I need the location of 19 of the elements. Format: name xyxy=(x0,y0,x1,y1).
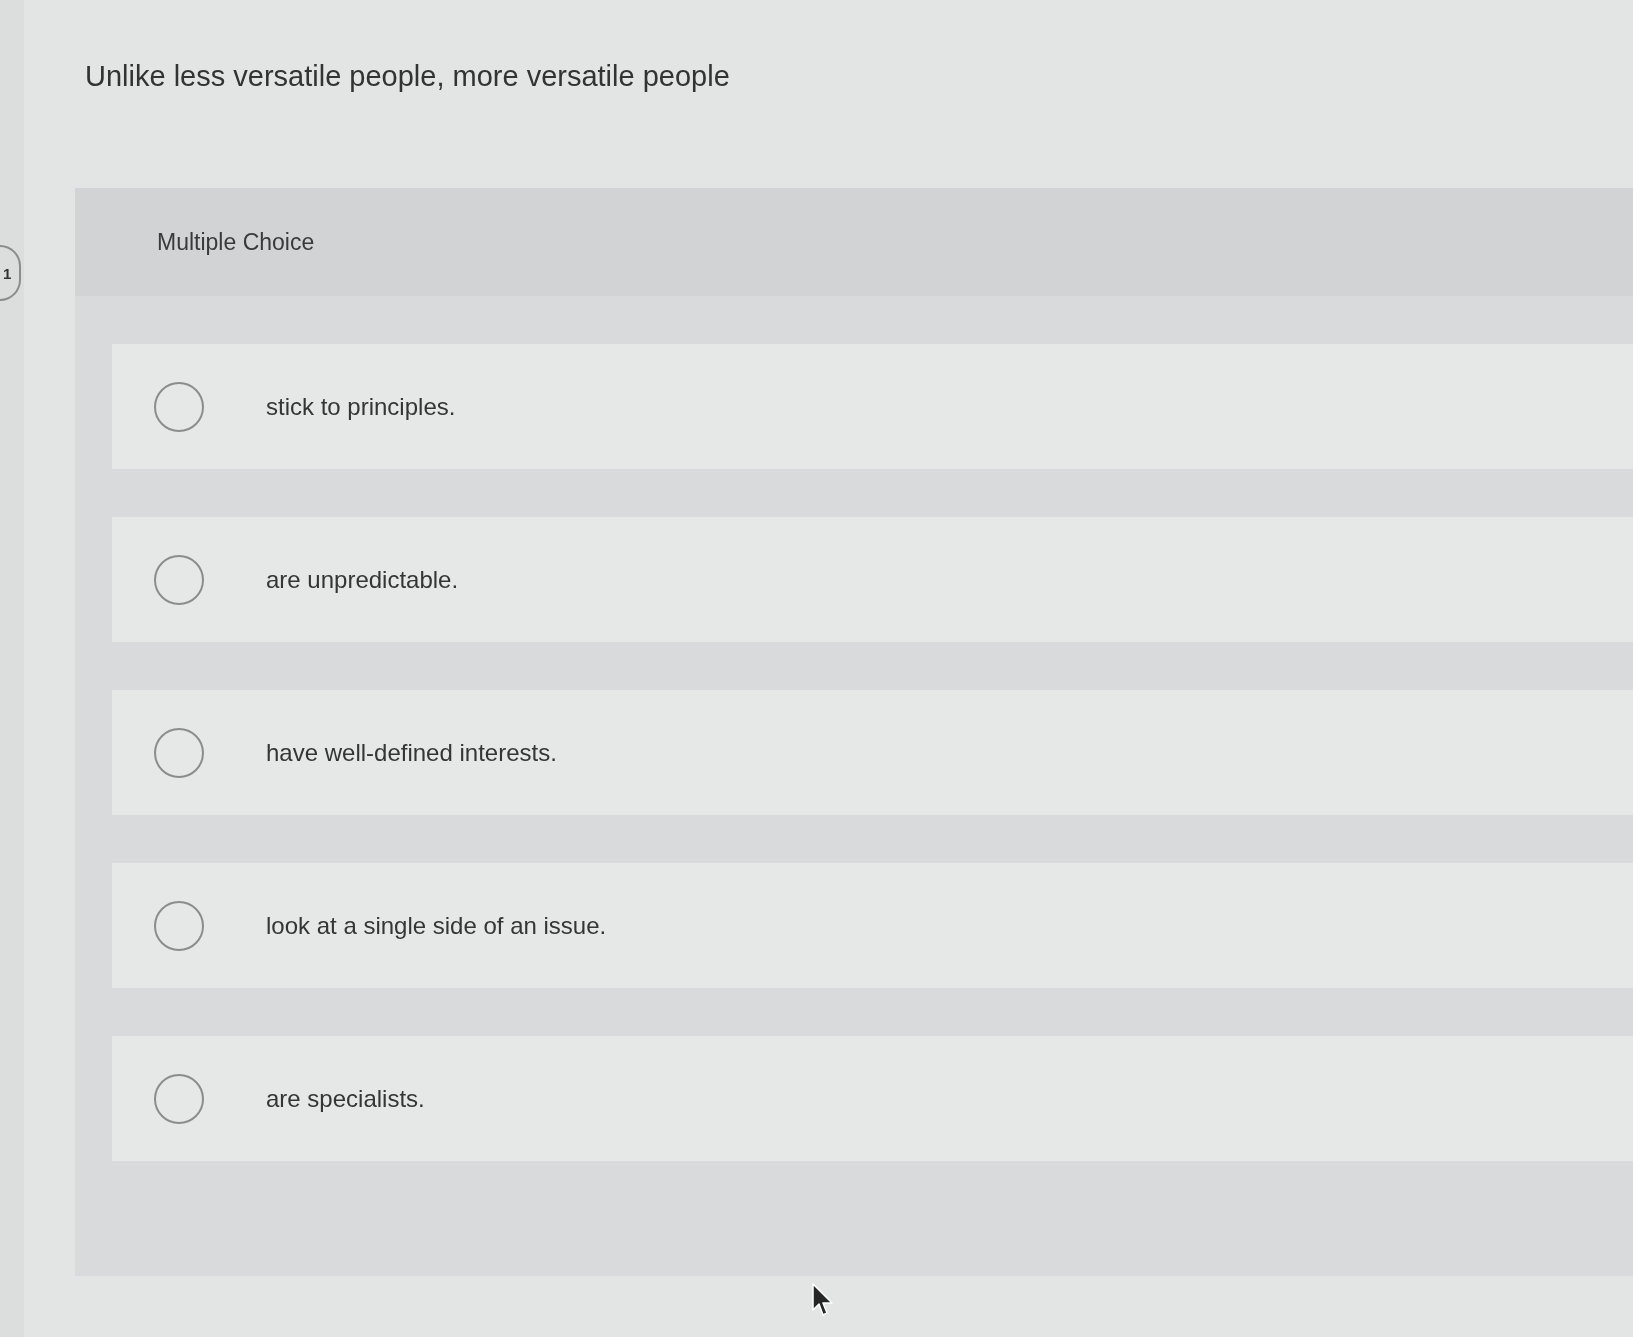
radio-button[interactable] xyxy=(154,1073,204,1124)
choice-row[interactable]: are specialists. xyxy=(112,1036,1633,1161)
choice-row[interactable]: stick to principles. xyxy=(112,344,1633,469)
radio-button[interactable] xyxy=(154,554,204,605)
mouse-pointer-icon xyxy=(812,1283,834,1317)
choice-row[interactable]: are unpredictable. xyxy=(112,517,1633,642)
choice-text: stick to principles. xyxy=(266,392,456,421)
radio-button[interactable] xyxy=(154,900,204,951)
choice-text: are unpredictable. xyxy=(266,565,459,594)
question-type-label: Multiple Choice xyxy=(157,228,315,256)
radio-button[interactable] xyxy=(154,381,204,432)
choice-text: are specialists. xyxy=(266,1084,425,1113)
choice-row[interactable]: have well-defined interests. xyxy=(112,690,1633,815)
choice-text: look at a single side of an issue. xyxy=(266,911,607,940)
choice-row[interactable]: look at a single side of an issue. xyxy=(112,863,1633,988)
radio-button[interactable] xyxy=(154,727,204,778)
choice-text: have well-defined interests. xyxy=(266,738,557,767)
question-text: Unlike less versatile people, more versatile people xyxy=(85,59,730,94)
question-number[interactable]: 1 xyxy=(0,245,21,301)
